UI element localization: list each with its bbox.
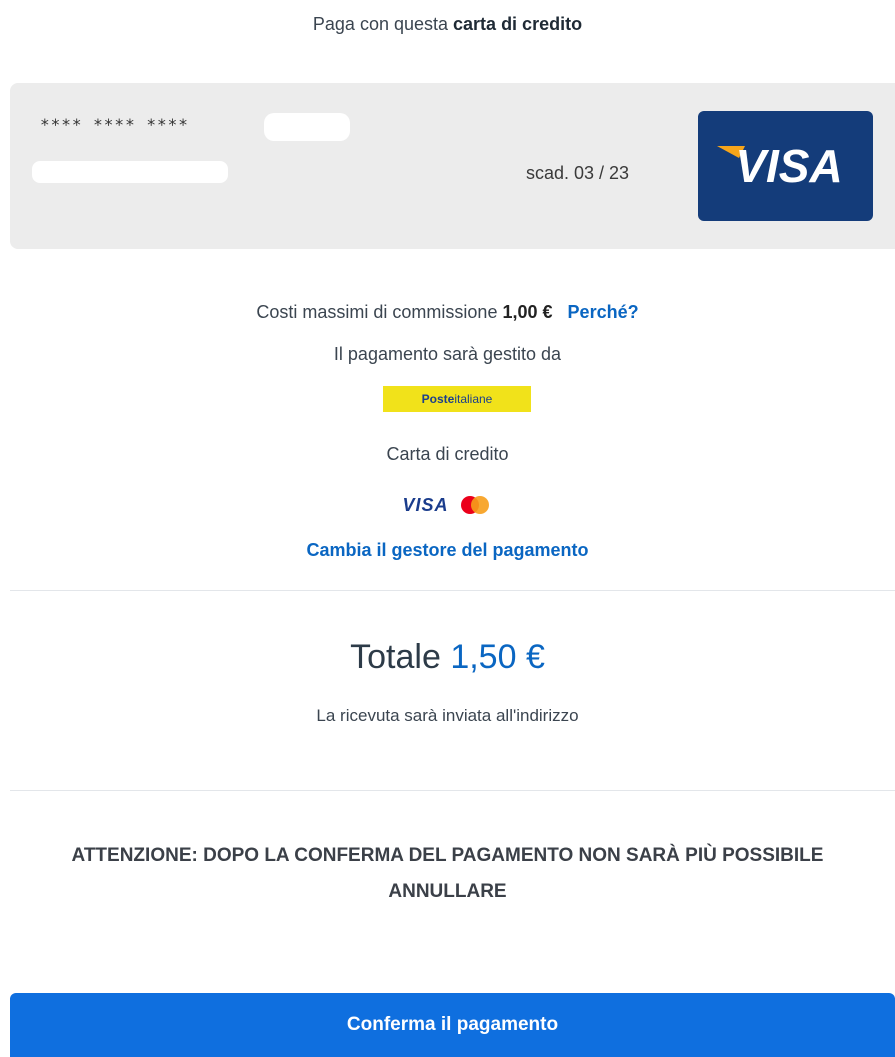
total-line: Totale 1,50 €	[0, 638, 895, 677]
card-expiry: scad. 03 / 23	[526, 163, 630, 183]
change-handler-line: Cambia il gestore del pagamento	[0, 540, 895, 561]
fee-label: Costi massimi di commissione	[256, 302, 498, 322]
divider	[10, 590, 895, 591]
poste-italiane-logo: Poste italiane	[383, 386, 531, 412]
poste-logo-rest: italiane	[454, 392, 493, 406]
visa-logo-icon: VISA	[698, 111, 873, 221]
total-label: Totale	[350, 638, 441, 676]
payment-method-label: Carta di credito	[386, 444, 509, 464]
poste-logo-bold: Poste	[421, 392, 455, 406]
divider	[10, 790, 895, 791]
receipt-note: La ricevuta sarà inviata all'indirizzo	[316, 706, 579, 725]
total-amount: 1,50 €	[450, 638, 545, 676]
fee-amount: 1,00 €	[502, 302, 553, 322]
visa-small-icon: VISA	[402, 494, 449, 515]
page-heading: Paga con questa carta di credito	[0, 14, 895, 35]
cancellation-warning: ATTENZIONE: DOPO LA CONFERMA DEL PAGAMEN…	[71, 845, 824, 902]
mastercard-icon	[457, 494, 493, 516]
why-link[interactable]: Perché?	[568, 302, 639, 322]
heading-strong: carta di credito	[453, 14, 583, 34]
accepted-brands: VISA	[0, 494, 895, 516]
fee-line: Costi massimi di commissione 1,00 € Perc…	[0, 302, 895, 323]
visa-logo-text: VISA	[735, 140, 842, 192]
redacted-card-digits	[264, 113, 350, 141]
card-masked-number: **** **** ****	[40, 115, 189, 134]
saved-card-panel[interactable]: **** **** **** scad. 03 / 23 VISA	[10, 83, 895, 249]
confirm-payment-button[interactable]: Conferma il pagamento	[10, 993, 895, 1057]
handler-label: Il pagamento sarà gestito da	[333, 344, 562, 364]
heading-prefix: Paga con questa	[312, 14, 449, 34]
redacted-cardholder-name	[32, 161, 228, 183]
change-handler-link[interactable]: Cambia il gestore del pagamento	[306, 540, 588, 560]
